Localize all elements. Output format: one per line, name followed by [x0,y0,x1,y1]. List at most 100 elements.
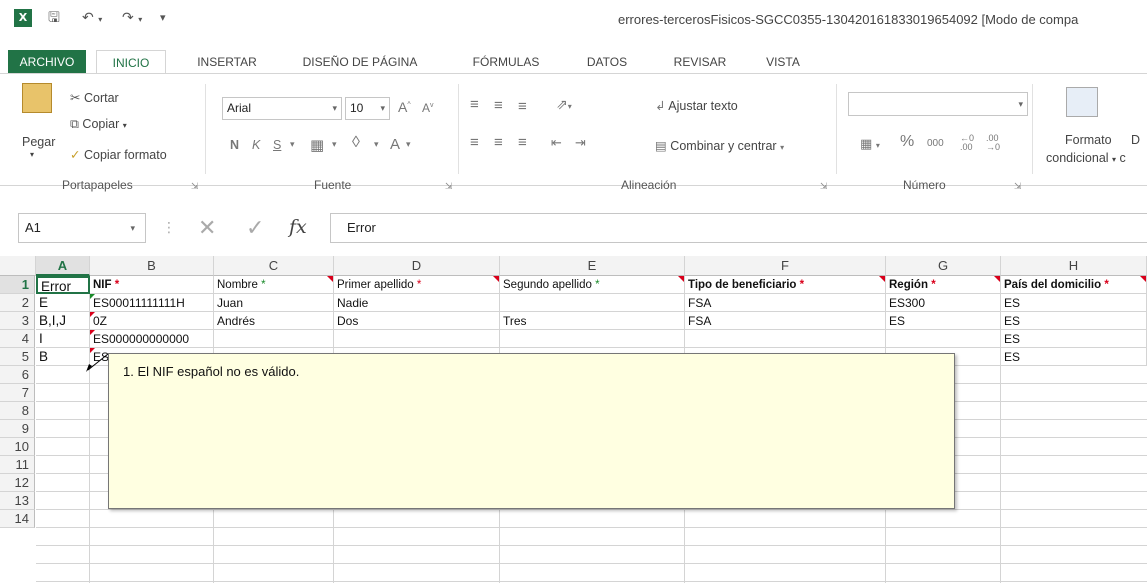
row-header[interactable]: 14 [0,510,35,528]
align-top-icon[interactable]: ≡ [470,96,479,113]
conditional-format-label[interactable]: condicional ▾ c [1046,151,1126,165]
clipboard-launcher-icon[interactable]: ⇲ [191,181,199,192]
row-header[interactable]: 9 [0,420,35,438]
align-right-icon[interactable]: ≡ [518,134,527,151]
merge-center-button[interactable]: ▤ Combinar y centrar ▾ [655,138,784,153]
formula-input[interactable]: Error [330,213,1147,243]
cell-g3[interactable]: ES [886,312,1001,330]
font-color-icon[interactable]: A [390,136,400,153]
orientation-icon[interactable]: ⇗▾ [556,96,572,113]
format-painter-button[interactable]: ✓ Copiar formato [70,147,167,162]
tab-insertar[interactable]: INSERTAR [186,50,268,74]
cell-h1[interactable]: País del domicilio * [1001,276,1147,294]
tab-revisar[interactable]: REVISAR [660,50,740,74]
column-header-e[interactable]: E [500,256,685,276]
cell-a3[interactable]: B,I,J [36,312,90,330]
cell-h3[interactable]: ES [1001,312,1147,330]
italic-button[interactable]: K [252,138,260,152]
enter-check-icon[interactable]: ✓ [246,215,264,241]
row-header[interactable]: 3 [0,312,35,330]
wrap-text-button[interactable]: ↲ Ajustar texto [655,98,738,113]
cancel-icon[interactable]: ✕ [198,215,216,241]
cell-c1[interactable]: Nombre * [214,276,334,294]
number-format-select[interactable]: ▾ [848,92,1028,116]
bold-button[interactable]: N [230,138,239,152]
alignment-launcher-icon[interactable]: ⇲ [820,181,828,192]
cell-c4[interactable] [214,330,334,348]
cell-d2[interactable]: Nadie [334,294,500,312]
row-header[interactable]: 10 [0,438,35,456]
column-header-f[interactable]: F [685,256,886,276]
cell-b1[interactable]: NIF * [90,276,214,294]
align-center-icon[interactable]: ≡ [494,134,503,151]
cell-f1[interactable]: Tipo de beneficiario * [685,276,886,294]
cell-h2[interactable]: ES [1001,294,1147,312]
font-size-select[interactable]: 10 ▾ [345,97,390,120]
save-icon[interactable]: 🖫 [48,10,60,26]
cell-d3[interactable]: Dos [334,312,500,330]
conditional-format-button[interactable]: Formato [1065,133,1112,147]
cell-a2[interactable]: E [36,294,90,312]
tab-diseno-pagina[interactable]: DISEÑO DE PÁGINA [285,50,435,74]
cell-d4[interactable] [334,330,500,348]
cell-e3[interactable]: Tres [500,312,685,330]
tab-vista[interactable]: VISTA [755,50,811,74]
cell-a4[interactable]: I [36,330,90,348]
borders-icon[interactable]: ▦ [310,136,324,154]
number-launcher-icon[interactable]: ⇲ [1014,181,1022,192]
tab-inicio[interactable]: INICIO [96,50,166,74]
fill-dropdown-icon[interactable]: ▾ [374,139,379,150]
cell-e1[interactable]: Segundo apellido * [500,276,685,294]
column-header-d[interactable]: D [334,256,500,276]
cell-d1[interactable]: Primer apellido * [334,276,500,294]
row-header[interactable]: 4 [0,330,35,348]
row-header[interactable]: 1 [0,276,35,294]
column-header-h[interactable]: H [1001,256,1147,276]
cell-g4[interactable] [886,330,1001,348]
cell-b4[interactable]: ES000000000000 [90,330,214,348]
customize-toolbar-icon[interactable]: ▾ [160,10,166,26]
redo-icon[interactable]: ↷ ▾ [122,10,142,26]
cell-g2[interactable]: ES300 [886,294,1001,312]
select-all-corner[interactable] [0,256,36,276]
cell-a5[interactable]: B [36,348,90,366]
cell-a1[interactable]: Error [36,276,90,294]
cell-h4[interactable]: ES [1001,330,1147,348]
cell-f4[interactable] [685,330,886,348]
borders-dropdown-icon[interactable]: ▾ [332,139,337,150]
name-box[interactable]: A1 ▾ [18,213,146,243]
percent-button[interactable]: % [900,133,914,151]
cell-f3[interactable]: FSA [685,312,886,330]
paste-button[interactable]: Pegar [22,135,55,149]
decrease-decimal-icon[interactable]: .00 →0 [986,134,1000,152]
row-header[interactable]: 12 [0,474,35,492]
cell-b3[interactable]: 0Z [90,312,214,330]
cell-h5[interactable]: ES [1001,348,1147,366]
cell-c3[interactable]: Andrés [214,312,334,330]
row-header[interactable]: 7 [0,384,35,402]
cell-b2[interactable]: ES00011111111H [90,294,214,312]
row-header[interactable]: 2 [0,294,35,312]
increase-indent-icon[interactable]: ⇥ [575,135,586,151]
currency-icon[interactable]: ▦ ▾ [860,136,880,152]
column-header-b[interactable]: B [90,256,214,276]
underline-button[interactable]: S [273,138,281,152]
decrease-indent-icon[interactable]: ⇤ [551,135,562,151]
cell-f2[interactable]: FSA [685,294,886,312]
row-header[interactable]: 5 [0,348,35,366]
column-header-g[interactable]: G [886,256,1001,276]
cell-c2[interactable]: Juan [214,294,334,312]
row-header[interactable]: 13 [0,492,35,510]
shrink-font-icon[interactable]: Av [422,101,434,115]
conditional-format-icon[interactable] [1066,87,1098,117]
cell-e2[interactable] [500,294,685,312]
align-bottom-icon[interactable]: ≡ [518,98,527,115]
underline-dropdown-icon[interactable]: ▾ [290,139,295,150]
column-header-c[interactable]: C [214,256,334,276]
font-launcher-icon[interactable]: ⇲ [445,181,453,192]
tab-datos[interactable]: DATOS [574,50,640,74]
row-header[interactable]: 8 [0,402,35,420]
thousands-button[interactable]: 000 [927,138,944,149]
column-header-a[interactable]: A [36,256,90,276]
tab-formulas[interactable]: FÓRMULAS [458,50,554,74]
